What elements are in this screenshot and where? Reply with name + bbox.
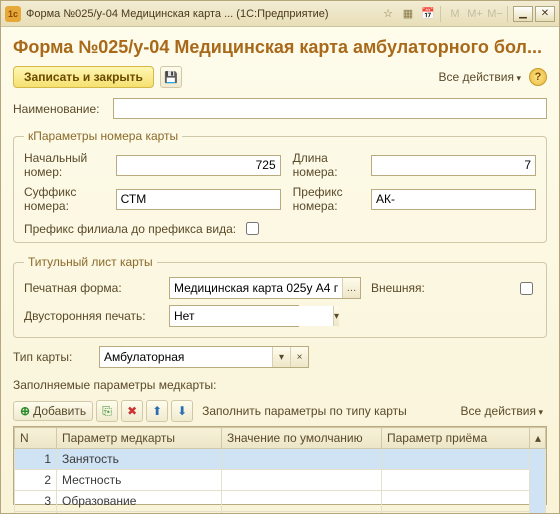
grid-icon[interactable]: ▦: [399, 5, 417, 23]
start-num-input[interactable]: [116, 155, 281, 176]
external-checkbox[interactable]: [520, 282, 533, 295]
cell-visit: [382, 512, 530, 514]
card-type-clear-button[interactable]: ×: [290, 347, 308, 367]
cell-visit: [382, 470, 530, 491]
cell-default: [222, 512, 382, 514]
cell-default: [222, 449, 382, 470]
col-param-header[interactable]: Параметр медкарты: [57, 428, 222, 449]
print-form-input[interactable]: [170, 278, 342, 298]
save-close-button[interactable]: Записать и закрыть: [13, 66, 154, 88]
table-row[interactable]: 2 Местность: [15, 470, 546, 491]
col-n-header[interactable]: N: [15, 428, 57, 449]
col-default-header[interactable]: Значение по умолчанию: [222, 428, 382, 449]
branch-prefix-label: Префикс филиала до префикса вида:: [24, 222, 236, 236]
all-actions-dropdown[interactable]: Все действия: [439, 70, 522, 84]
cell-n: 2: [15, 470, 57, 491]
memory-m-button[interactable]: M: [446, 5, 464, 23]
calendar-icon[interactable]: 📅: [419, 5, 437, 23]
top-toolbar: Записать и закрыть 💾 Все действия ?: [13, 66, 547, 88]
table-header-row: N Параметр медкарты Значение по умолчани…: [15, 428, 546, 449]
params-section-label: Заполняемые параметры медкарты:: [13, 378, 547, 392]
app-window: 1c Форма №025/у-04 Медицинская карта ...…: [0, 0, 560, 514]
card-type-row: Тип карты: ▾ ×: [13, 346, 547, 368]
cell-param: Семейное положение: [57, 512, 222, 514]
cell-default: [222, 491, 382, 512]
params-table: N Параметр медкарты Значение по умолчани…: [13, 426, 547, 505]
table-row[interactable]: 3 Образование: [15, 491, 546, 512]
card-type-combo[interactable]: ▾ ×: [99, 346, 309, 368]
cell-visit: [382, 449, 530, 470]
cell-n: 3: [15, 491, 57, 512]
duplex-combo[interactable]: ▾: [169, 305, 299, 327]
delete-button[interactable]: ✖: [121, 400, 143, 422]
save-icon-button[interactable]: 💾: [160, 66, 182, 88]
cell-n: 4: [15, 512, 57, 514]
card-number-legend: кПараметры номера карты: [24, 129, 182, 143]
params-all-actions-dropdown[interactable]: Все действия: [461, 404, 544, 418]
prefix-input[interactable]: [371, 189, 536, 210]
scrollbar-track[interactable]: [530, 449, 546, 514]
length-input[interactable]: [371, 155, 536, 176]
title-page-fieldset: Титульный лист карты Печатная форма: … В…: [13, 255, 547, 338]
fill-by-type-link[interactable]: Заполнить параметры по типу карты: [202, 404, 407, 418]
move-up-button[interactable]: ⬆: [146, 400, 168, 422]
table-row[interactable]: 4 Семейное положение: [15, 512, 546, 514]
favorite-icon[interactable]: ☆: [379, 5, 397, 23]
move-down-button[interactable]: ⬇: [171, 400, 193, 422]
window-title: Форма №025/у-04 Медицинская карта ... (1…: [26, 8, 377, 20]
duplex-label: Двусторонняя печать:: [24, 309, 159, 323]
card-number-fieldset: кПараметры номера карты Начальный номер:…: [13, 129, 547, 243]
card-type-dropdown-button[interactable]: ▾: [272, 347, 290, 367]
memory-mminus-button[interactable]: M−: [486, 5, 504, 23]
close-button[interactable]: ✕: [535, 6, 555, 22]
scroll-up-button[interactable]: ▴: [530, 428, 546, 449]
plus-icon: ⊕: [20, 404, 30, 418]
table-row[interactable]: 1 Занятость: [15, 449, 546, 470]
copy-button[interactable]: ⎘: [96, 400, 118, 422]
length-label: Длина номера:: [293, 151, 359, 179]
duplex-dropdown-button[interactable]: ▾: [333, 306, 339, 326]
title-page-legend: Титульный лист карты: [24, 255, 157, 269]
app-icon: 1c: [5, 6, 21, 22]
print-form-ellipsis-button[interactable]: …: [342, 278, 360, 298]
prefix-label: Префикс номера:: [293, 185, 359, 213]
titlebar: 1c Форма №025/у-04 Медицинская карта ...…: [1, 1, 559, 27]
cell-visit: [382, 491, 530, 512]
memory-mplus-button[interactable]: M+: [466, 5, 484, 23]
duplex-input[interactable]: [170, 306, 333, 326]
name-row: Наименование:: [13, 98, 547, 119]
cell-param: Местность: [57, 470, 222, 491]
print-form-label: Печатная форма:: [24, 281, 159, 295]
suffix-label: Суффикс номера:: [24, 185, 104, 213]
cell-param: Образование: [57, 491, 222, 512]
suffix-input[interactable]: [116, 189, 281, 210]
minimize-button[interactable]: ▁: [513, 6, 533, 22]
params-toolbar: ⊕ Добавить ⎘ ✖ ⬆ ⬇ Заполнить параметры п…: [13, 400, 547, 422]
branch-prefix-checkbox[interactable]: [246, 222, 259, 235]
add-button-label: Добавить: [33, 404, 86, 418]
print-form-combo[interactable]: …: [169, 277, 361, 299]
start-num-label: Начальный номер:: [24, 151, 104, 179]
add-button[interactable]: ⊕ Добавить: [13, 401, 93, 421]
col-visit-header[interactable]: Параметр приёма: [382, 428, 530, 449]
card-type-input[interactable]: [100, 347, 272, 367]
name-input[interactable]: [113, 98, 547, 119]
card-type-label: Тип карты:: [13, 350, 99, 364]
help-icon[interactable]: ?: [529, 68, 547, 86]
cell-default: [222, 470, 382, 491]
external-label: Внешняя:: [371, 281, 506, 295]
name-label: Наименование:: [13, 102, 113, 116]
page-title: Форма №025/у-04 Медицинская карта амбула…: [13, 37, 547, 58]
cell-n: 1: [15, 449, 57, 470]
cell-param: Занятость: [57, 449, 222, 470]
